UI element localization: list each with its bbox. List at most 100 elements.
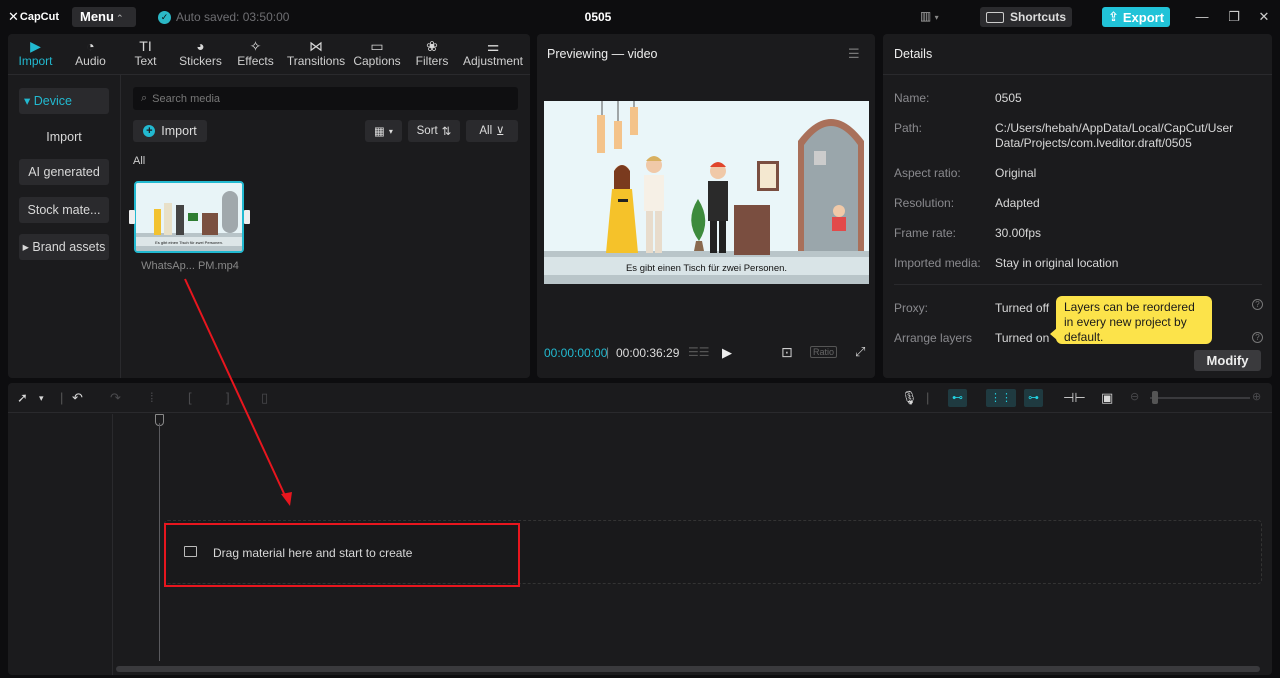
adjustment-icon: ⚌ <box>486 38 500 54</box>
sidebar-item-device[interactable]: ▾ Device <box>19 88 109 114</box>
sort-button[interactable]: Sort ⇅ <box>408 120 460 142</box>
detail-label-arrange-layers: Arrange layers <box>894 331 973 345</box>
search-bar: ⌕ <box>133 87 518 110</box>
layers-tooltip: Layers can be reordered in every new pro… <box>1056 296 1212 344</box>
timeline-panel: ➚ ▾ | ↶ ↷ ⁞ [ ] ▯ 🎙 | ⊷ ⋮⋮ ⊶ ⊣⊢ ▣ ⊖ ⊕ Dr… <box>8 383 1272 675</box>
export-label: Export <box>1122 9 1165 25</box>
import-icon: ▶ <box>30 38 41 54</box>
shortcuts-button[interactable]: Shortcuts <box>980 7 1072 27</box>
total-time: 00:00:36:29 <box>616 346 680 360</box>
tool-tabs: ▶ Import ◔ Audio TI Text ◕ Stickers ✧ Effects… <box>8 34 530 74</box>
undo-icon[interactable]: ↶ <box>72 390 83 406</box>
divider <box>883 74 1272 75</box>
main-track-magnet-icon[interactable]: ⊷ <box>948 389 967 407</box>
media-clip-thumbnail[interactable]: Es gibt einen Tisch für zwei Personen. <box>134 181 244 253</box>
zoom-out-icon[interactable]: ⊖ <box>1130 390 1139 403</box>
tab-captions[interactable]: ▭ Captions <box>349 34 405 74</box>
sidebar-item-brand-assets[interactable]: ▸ Brand assets <box>19 234 109 260</box>
restore-icon[interactable]: ❐ <box>1227 9 1241 25</box>
sidebar-item-stock-material[interactable]: Stock mate... <box>19 197 109 223</box>
timeline-grid-icon[interactable]: ☰☰ <box>688 345 710 359</box>
tab-text[interactable]: TI Text <box>118 34 173 74</box>
autosave-status: ✓ Auto saved: 03:50:00 <box>158 10 289 24</box>
divider: | <box>60 390 64 405</box>
detail-label-frame-rate: Frame rate: <box>894 226 957 240</box>
menu-label: Menu <box>80 9 114 24</box>
capcut-logo-icon: ✕ <box>8 9 19 24</box>
zoom-in-icon[interactable]: ⊕ <box>1252 390 1261 403</box>
import-button[interactable]: + Import <box>133 120 207 142</box>
layout-icon[interactable]: ▥ ▾ <box>920 9 939 23</box>
current-time: 00:00:00:00 <box>544 346 608 360</box>
zoom-slider[interactable] <box>1150 397 1250 399</box>
sidebar-item-ai-generated[interactable]: AI generated <box>19 159 109 185</box>
horizontal-scrollbar[interactable] <box>116 666 1260 672</box>
project-title: 0505 <box>584 10 612 24</box>
check-circle-icon: ✓ <box>158 10 171 24</box>
view-mode-button[interactable]: ▦ ▾ <box>365 120 402 142</box>
menu-icon[interactable]: ☰ <box>848 46 860 62</box>
microphone-icon[interactable]: 🎙 <box>901 390 918 406</box>
export-icon: ⇪ <box>1107 9 1119 24</box>
search-input[interactable] <box>152 92 493 105</box>
video-subtitle: Es gibt einen Tisch für zwei Personen. <box>626 263 787 274</box>
split-right-icon[interactable]: ] <box>226 390 230 405</box>
tab-transitions[interactable]: ⋈ Transitions <box>283 34 349 74</box>
fullscreen-icon[interactable]: ⤢ <box>855 344 865 360</box>
zoom-slider-knob[interactable] <box>1152 391 1158 404</box>
minimize-icon[interactable]: — <box>1195 9 1209 24</box>
fit-screen-icon[interactable]: ⊡ <box>781 344 793 361</box>
media-panel: ▶ Import ◔ Audio TI Text ◕ Stickers ✧ Effects… <box>8 34 530 378</box>
video-frame-image: Es gibt einen Tisch für zwei Personen. <box>544 101 869 284</box>
split-left-icon[interactable]: [ <box>188 390 192 405</box>
export-button[interactable]: ⇪ Export <box>1102 7 1170 27</box>
modify-button[interactable]: Modify <box>1194 350 1261 371</box>
ratio-button[interactable]: Ratio <box>810 346 838 358</box>
select-cursor-icon[interactable]: ➚ <box>17 390 28 406</box>
title-bar: ✕ CapCut Menu ⌃ ✓ Auto saved: 03:50:00 05… <box>0 0 1280 34</box>
tab-effects[interactable]: ✧ Effects <box>228 34 283 74</box>
linkage-icon[interactable]: ⊶ <box>1024 389 1043 407</box>
preview-axis-icon[interactable]: ⊣⊢ <box>1063 390 1086 406</box>
detail-label-imported-media: Imported media: <box>894 256 981 270</box>
chevron-down-icon[interactable]: ▾ <box>39 393 44 404</box>
time-separator: | <box>606 345 610 359</box>
chevron-down-icon: ▾ <box>388 126 393 136</box>
svg-text:Es gibt einen Tisch für zwei P: Es gibt einen Tisch für zwei Personen. <box>155 240 223 245</box>
menu-button[interactable]: Menu ⌃ <box>72 7 136 27</box>
sidebar-item-import[interactable]: Import <box>19 124 109 150</box>
thumb-handle-right <box>244 210 250 224</box>
video-preview[interactable]: Es gibt einen Tisch für zwei Personen. <box>544 101 869 284</box>
close-icon[interactable]: ✕ <box>1257 9 1271 25</box>
annotation-highlight-box <box>164 523 520 587</box>
tab-filters[interactable]: ❀ Filters <box>405 34 459 74</box>
autosave-text: Auto saved: 03:50:00 <box>176 10 290 24</box>
filter-button[interactable]: All ⊻ <box>466 120 518 142</box>
delete-icon[interactable]: ▯ <box>261 390 268 406</box>
details-panel: Details Name: 0505 Path: C:/Users/hebah/… <box>883 34 1272 378</box>
detail-label-aspect-ratio: Aspect ratio: <box>894 166 961 180</box>
detail-label-path: Path: <box>894 121 923 135</box>
tab-import[interactable]: ▶ Import <box>8 34 63 74</box>
detail-value-imported-media: Stay in original location <box>995 256 1119 270</box>
tab-adjustment[interactable]: ⚌ Adjustment <box>459 34 527 74</box>
transitions-icon: ⋈ <box>309 38 323 54</box>
section-label: All <box>133 155 146 167</box>
tab-audio[interactable]: ◔ Audio <box>63 34 118 74</box>
track-header-column <box>8 414 113 675</box>
preview-panel: Previewing — video ☰ Es gibt einen Tisch… <box>537 34 875 378</box>
help-icon[interactable]: ? <box>1252 299 1263 310</box>
split-icon[interactable]: ⁞ <box>150 390 154 405</box>
text-icon: TI <box>139 38 152 54</box>
help-icon[interactable]: ? <box>1252 332 1263 343</box>
detail-value-path: C:/Users/hebah/AppData/Local/CapCut/User… <box>995 121 1234 150</box>
divider <box>894 284 1262 285</box>
plus-icon: + <box>143 125 156 137</box>
chevron-up-icon: ⌃ <box>115 13 124 23</box>
redo-icon[interactable]: ↷ <box>110 390 121 406</box>
caption-icon[interactable]: ▣ <box>1101 390 1113 406</box>
playhead[interactable] <box>159 423 160 661</box>
play-button[interactable]: ▶ <box>722 345 732 361</box>
tab-stickers[interactable]: ◕ Stickers <box>173 34 228 74</box>
auto-snap-icon[interactable]: ⋮⋮ <box>986 389 1016 407</box>
